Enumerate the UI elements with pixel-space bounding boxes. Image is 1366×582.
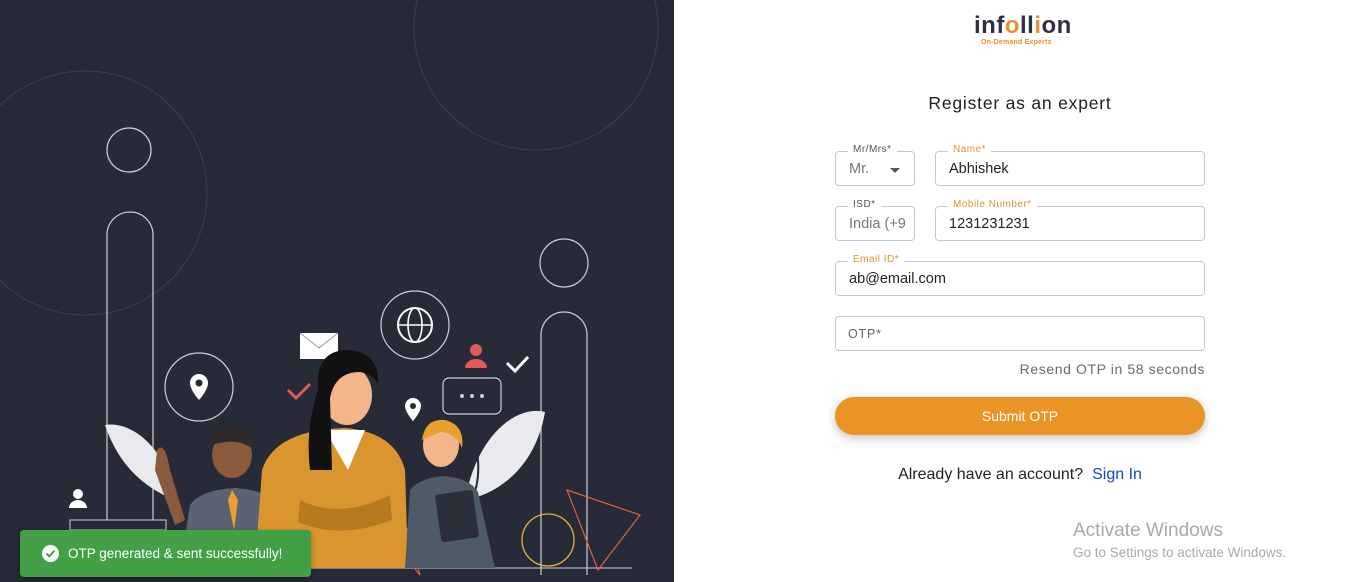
account-prompt: Already have an account? bbox=[898, 466, 1084, 483]
watermark-title: Activate Windows bbox=[1073, 520, 1223, 541]
registration-panel: infollion On-Demand Experts Register as … bbox=[674, 0, 1366, 582]
isd-label: ISD* bbox=[848, 198, 881, 212]
salutation-value: Mr. bbox=[849, 161, 870, 177]
illustration-panel: OTP generated & sent successfully! bbox=[0, 0, 674, 582]
salutation-select[interactable]: Mr/Mrs* Mr. bbox=[835, 143, 915, 186]
infollion-logo: infollion On-Demand Experts bbox=[974, 8, 1074, 52]
mobile-number-value: 1231231231 bbox=[949, 216, 1030, 232]
page-title: Register as an expert bbox=[928, 93, 1112, 113]
success-toast: OTP generated & sent successfully! bbox=[20, 530, 311, 577]
email-field[interactable]: Email ID* ab@email.com bbox=[835, 253, 1205, 296]
chevron-down-icon bbox=[890, 168, 900, 173]
toast-message: OTP generated & sent successfully! bbox=[68, 546, 283, 561]
email-label: Email ID* bbox=[848, 253, 905, 267]
people-illustration bbox=[0, 0, 659, 576]
otp-input[interactable]: OTP* bbox=[835, 316, 1205, 351]
logo-tagline: On-Demand Experts bbox=[981, 39, 1052, 46]
signin-row: Already have an account? Sign In bbox=[674, 466, 1366, 484]
check-circle-icon bbox=[42, 545, 59, 562]
mobile-number-label: Mobile Number* bbox=[948, 198, 1037, 212]
isd-value: India (+9 bbox=[849, 216, 906, 232]
sign-in-link[interactable]: Sign In bbox=[1092, 466, 1142, 483]
submit-otp-button[interactable]: Submit OTP bbox=[835, 397, 1205, 435]
name-label: Name* bbox=[948, 143, 992, 157]
logo-wordmark: infollion bbox=[974, 12, 1072, 39]
isd-select[interactable]: ISD* India (+9 bbox=[835, 198, 915, 241]
name-value: Abhishek bbox=[949, 161, 1009, 177]
salutation-label: Mr/Mrs* bbox=[848, 143, 897, 157]
watermark-subtitle: Go to Settings to activate Windows. bbox=[1073, 545, 1287, 560]
resend-otp-timer: Resend OTP in 58 seconds bbox=[1019, 361, 1205, 377]
mobile-number-field[interactable]: Mobile Number* 1231231231 bbox=[935, 198, 1205, 241]
name-field[interactable]: Name* Abhishek bbox=[935, 143, 1205, 186]
otp-placeholder: OTP* bbox=[848, 327, 882, 341]
windows-activation-watermark: Activate Windows Go to Settings to activ… bbox=[1073, 520, 1286, 560]
email-value: ab@email.com bbox=[849, 271, 946, 287]
